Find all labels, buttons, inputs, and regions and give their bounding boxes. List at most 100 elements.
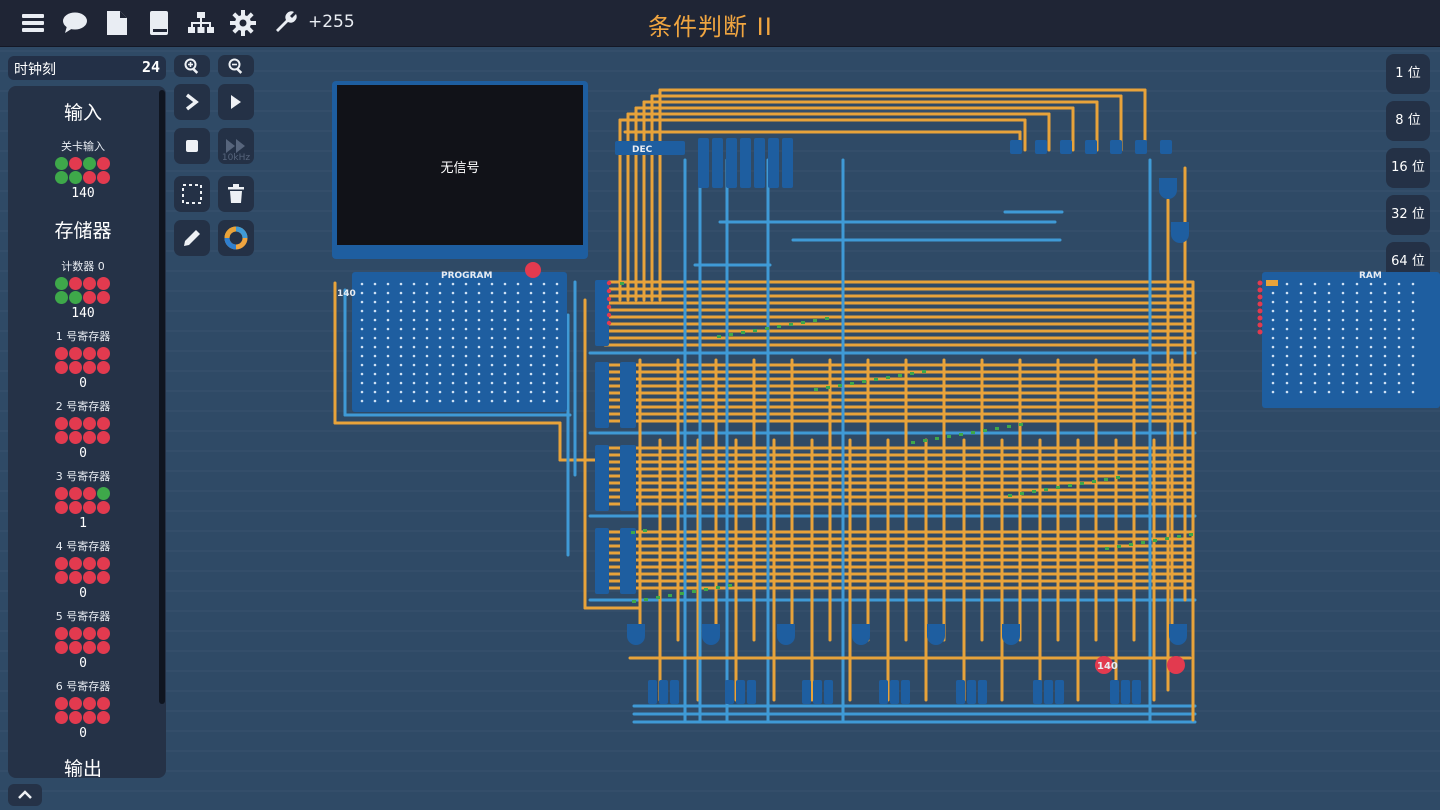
monitor-screen: 无信号 [337,85,583,245]
wrench-icon[interactable] [270,8,300,38]
chat-icon[interactable] [60,8,90,38]
memory-cell [1341,363,1345,367]
memory-cell [425,327,429,331]
console-monitor[interactable]: 无信号 [332,81,588,259]
memory-cell [412,390,416,394]
junction-dot [995,427,999,430]
memory-cell [1271,336,1275,340]
memory-cell [451,282,455,286]
memory-cell [516,354,520,358]
gear-icon[interactable] [228,8,258,38]
memory-cell [529,300,533,304]
decoder-block [595,445,609,511]
memory-cell [399,318,403,322]
memory-cell [1313,327,1317,331]
memory-cell [542,309,546,313]
memory-cell [425,345,429,349]
circuit-canvas[interactable] [0,46,1440,810]
memory-cell [373,372,377,376]
memory-cell [477,372,481,376]
memory-cell [451,390,455,394]
memory-cell [373,354,377,358]
memory-cell [360,372,364,376]
memory-cell [503,354,507,358]
memory-cell [477,327,481,331]
memory-cell [451,363,455,367]
memory-cell [399,309,403,313]
menu-icon[interactable] [18,8,48,38]
switch-gate [1121,680,1130,704]
memory-cell [373,381,377,385]
memory-cell [1355,390,1359,394]
memory-cell [386,354,390,358]
switch-gate [736,680,745,704]
memory-cell [425,291,429,295]
memory-cell [1355,327,1359,331]
junction-dot [838,384,842,387]
memory-cell [1383,327,1387,331]
memory-cell [399,390,403,394]
junction-dot [1044,488,1048,491]
memory-cell [1411,372,1415,376]
memory-cell [1383,300,1387,304]
memory-cell [373,300,377,304]
memory-cell [360,318,364,322]
memory-cell [1411,354,1415,358]
memory-cell [1369,372,1373,376]
memory-cell [503,363,507,367]
memory-cell [1369,336,1373,340]
memory-cell [516,318,520,322]
memory-cell [490,327,494,331]
memory-cell [425,318,429,322]
memory-cell [464,318,468,322]
and-gate [927,624,945,645]
memory-cell [1285,300,1289,304]
junction-dot [1092,480,1096,483]
memory-cell [529,381,533,385]
document-icon[interactable] [102,8,132,38]
memory-cell [373,399,377,403]
memory-cell [438,282,442,286]
memory-cell [438,291,442,295]
memory-cell [490,300,494,304]
memory-cell [1355,372,1359,376]
junction-dot [753,329,757,332]
memory-cell [1271,300,1275,304]
switch-gate [1044,680,1053,704]
memory-cell [360,291,364,295]
memory-cell [477,363,481,367]
memory-cell [1327,282,1331,286]
memory-cell [1341,282,1345,286]
memory-cell [451,399,455,403]
memory-cell [477,291,481,295]
and-gate [777,624,795,645]
memory-cell [1285,309,1289,313]
memory-cell [477,336,481,340]
memory-cell [386,291,390,295]
switch-gate [901,680,910,704]
decoder-block [620,445,636,511]
memory-cell [490,354,494,358]
junction-dot [1032,490,1036,493]
junction-dot [898,374,902,377]
memory-cell [555,354,559,358]
junction-dot [983,429,987,432]
hierarchy-icon[interactable] [186,8,216,38]
memory-cell [529,399,533,403]
memory-cell [516,282,520,286]
memory-cell [1383,336,1387,340]
memory-cell [451,354,455,358]
memory-cell [1355,363,1359,367]
memory-cell [1383,354,1387,358]
memory-cell [1299,390,1303,394]
decoder-block [620,362,636,428]
level-title: 条件判断 II [648,13,773,41]
decoder-label: DEC [632,145,653,155]
memory-cell [490,345,494,349]
memory-cell [1411,363,1415,367]
book-icon[interactable] [144,8,174,38]
memory-cell [555,309,559,313]
memory-cell [373,282,377,286]
memory-cell [542,336,546,340]
memory-cell [529,363,533,367]
